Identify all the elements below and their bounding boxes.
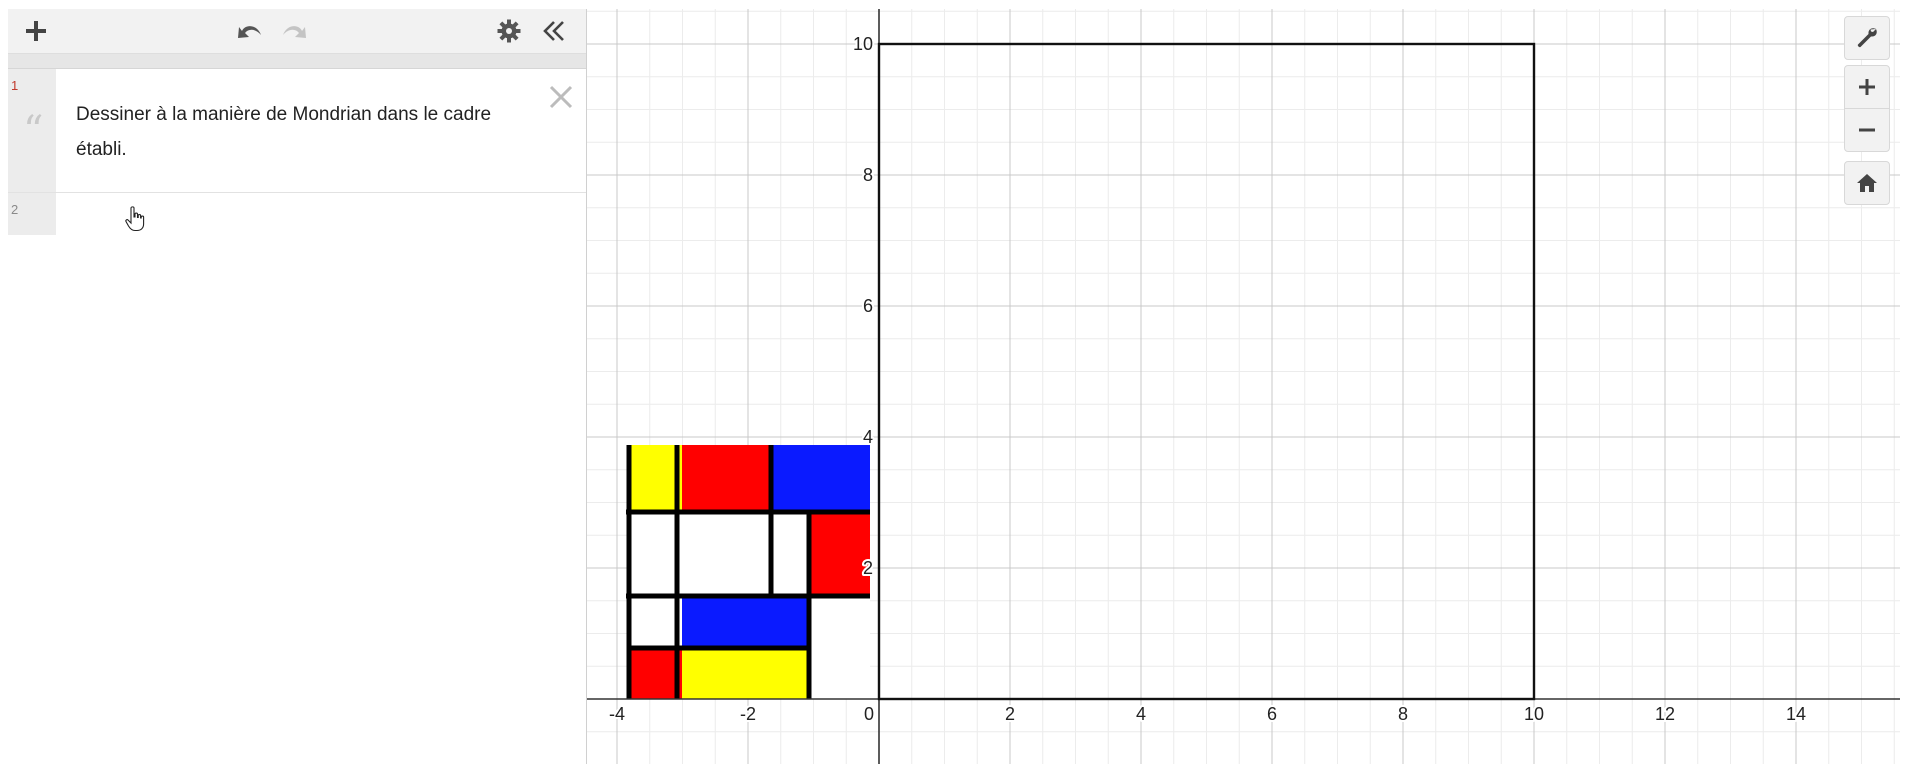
x-tick-label: -4 [609, 704, 625, 724]
y-tick-label: 10 [853, 34, 873, 54]
y-tick-label: 2 [863, 558, 873, 578]
x-tick-label: 12 [1655, 704, 1675, 724]
mondrian-cell [811, 596, 870, 648]
zoom-out-button[interactable] [1844, 108, 1890, 152]
note-text[interactable]: Dessiner à la manière de Mondrian dans l… [76, 97, 516, 167]
redo-icon [283, 26, 306, 38]
y-tick-label: 8 [863, 165, 873, 185]
expression-gutter: 1 “ [8, 69, 56, 192]
x-tick-label: 14 [1786, 704, 1806, 724]
mondrian-cell [773, 445, 870, 512]
default-viewport-button[interactable] [1844, 161, 1890, 205]
add-item-button[interactable] [22, 17, 50, 45]
mondrian-cell [773, 512, 811, 596]
settings-button[interactable] [495, 17, 523, 45]
expression-panel: 1 “ Dessiner à la manière de Mondrian da… [8, 9, 587, 764]
mondrian-cell [811, 648, 870, 699]
x-tick-label: 0 [864, 704, 874, 724]
mondrian-cell [682, 445, 773, 512]
x-tick-label: 4 [1136, 704, 1146, 724]
expression-toolbar [8, 9, 586, 54]
mondrian-cell [682, 648, 811, 699]
mondrian-cell [629, 648, 682, 699]
panel-divider [8, 54, 586, 69]
expression-gutter: 2 [8, 193, 56, 235]
expression-item-note[interactable]: 1 “ Dessiner à la manière de Mondrian da… [8, 69, 586, 193]
undo-button[interactable] [236, 17, 264, 45]
x-tick-label: -2 [740, 704, 756, 724]
hand-cursor-icon [125, 206, 145, 232]
collapse-panel-button[interactable] [540, 17, 568, 45]
y-tick-label: 6 [863, 296, 873, 316]
mondrian-cell [629, 596, 682, 648]
zoom-in-button[interactable] [1844, 65, 1890, 109]
minus-icon [1859, 128, 1875, 132]
gear-icon [497, 19, 521, 43]
expression-item-empty[interactable]: 2 [8, 193, 586, 235]
undo-icon [238, 26, 261, 38]
mondrian-cell [629, 512, 682, 596]
delete-expression-button[interactable] [548, 84, 574, 110]
expression-index: 2 [11, 202, 19, 217]
graphing-calculator: -4 -2 0 2 4 6 8 10 12 14 2 4 6 8 10 1 “ … [8, 9, 1900, 764]
home-icon [1857, 174, 1877, 192]
x-tick-label: 10 [1524, 704, 1544, 724]
plus-icon [26, 21, 46, 41]
mondrian-cell [682, 512, 773, 596]
double-chevron-left-icon [543, 21, 564, 41]
mondrian-cell [629, 445, 682, 512]
redo-button[interactable] [280, 17, 308, 45]
mondrian-cell [682, 596, 811, 648]
x-tick-label: 6 [1267, 704, 1277, 724]
graph-settings-button[interactable] [1844, 16, 1890, 60]
expression-index: 1 [11, 78, 19, 93]
x-tick-label: 2 [1005, 704, 1015, 724]
note-quote-icon: “ [23, 108, 44, 154]
y-tick-label: 4 [863, 427, 873, 447]
close-icon [549, 85, 573, 109]
x-tick-label: 8 [1398, 704, 1408, 724]
mondrian-cell [811, 512, 870, 596]
mondrian-image [626, 445, 870, 699]
plus-icon [1859, 79, 1875, 95]
wrench-icon [1857, 28, 1877, 48]
